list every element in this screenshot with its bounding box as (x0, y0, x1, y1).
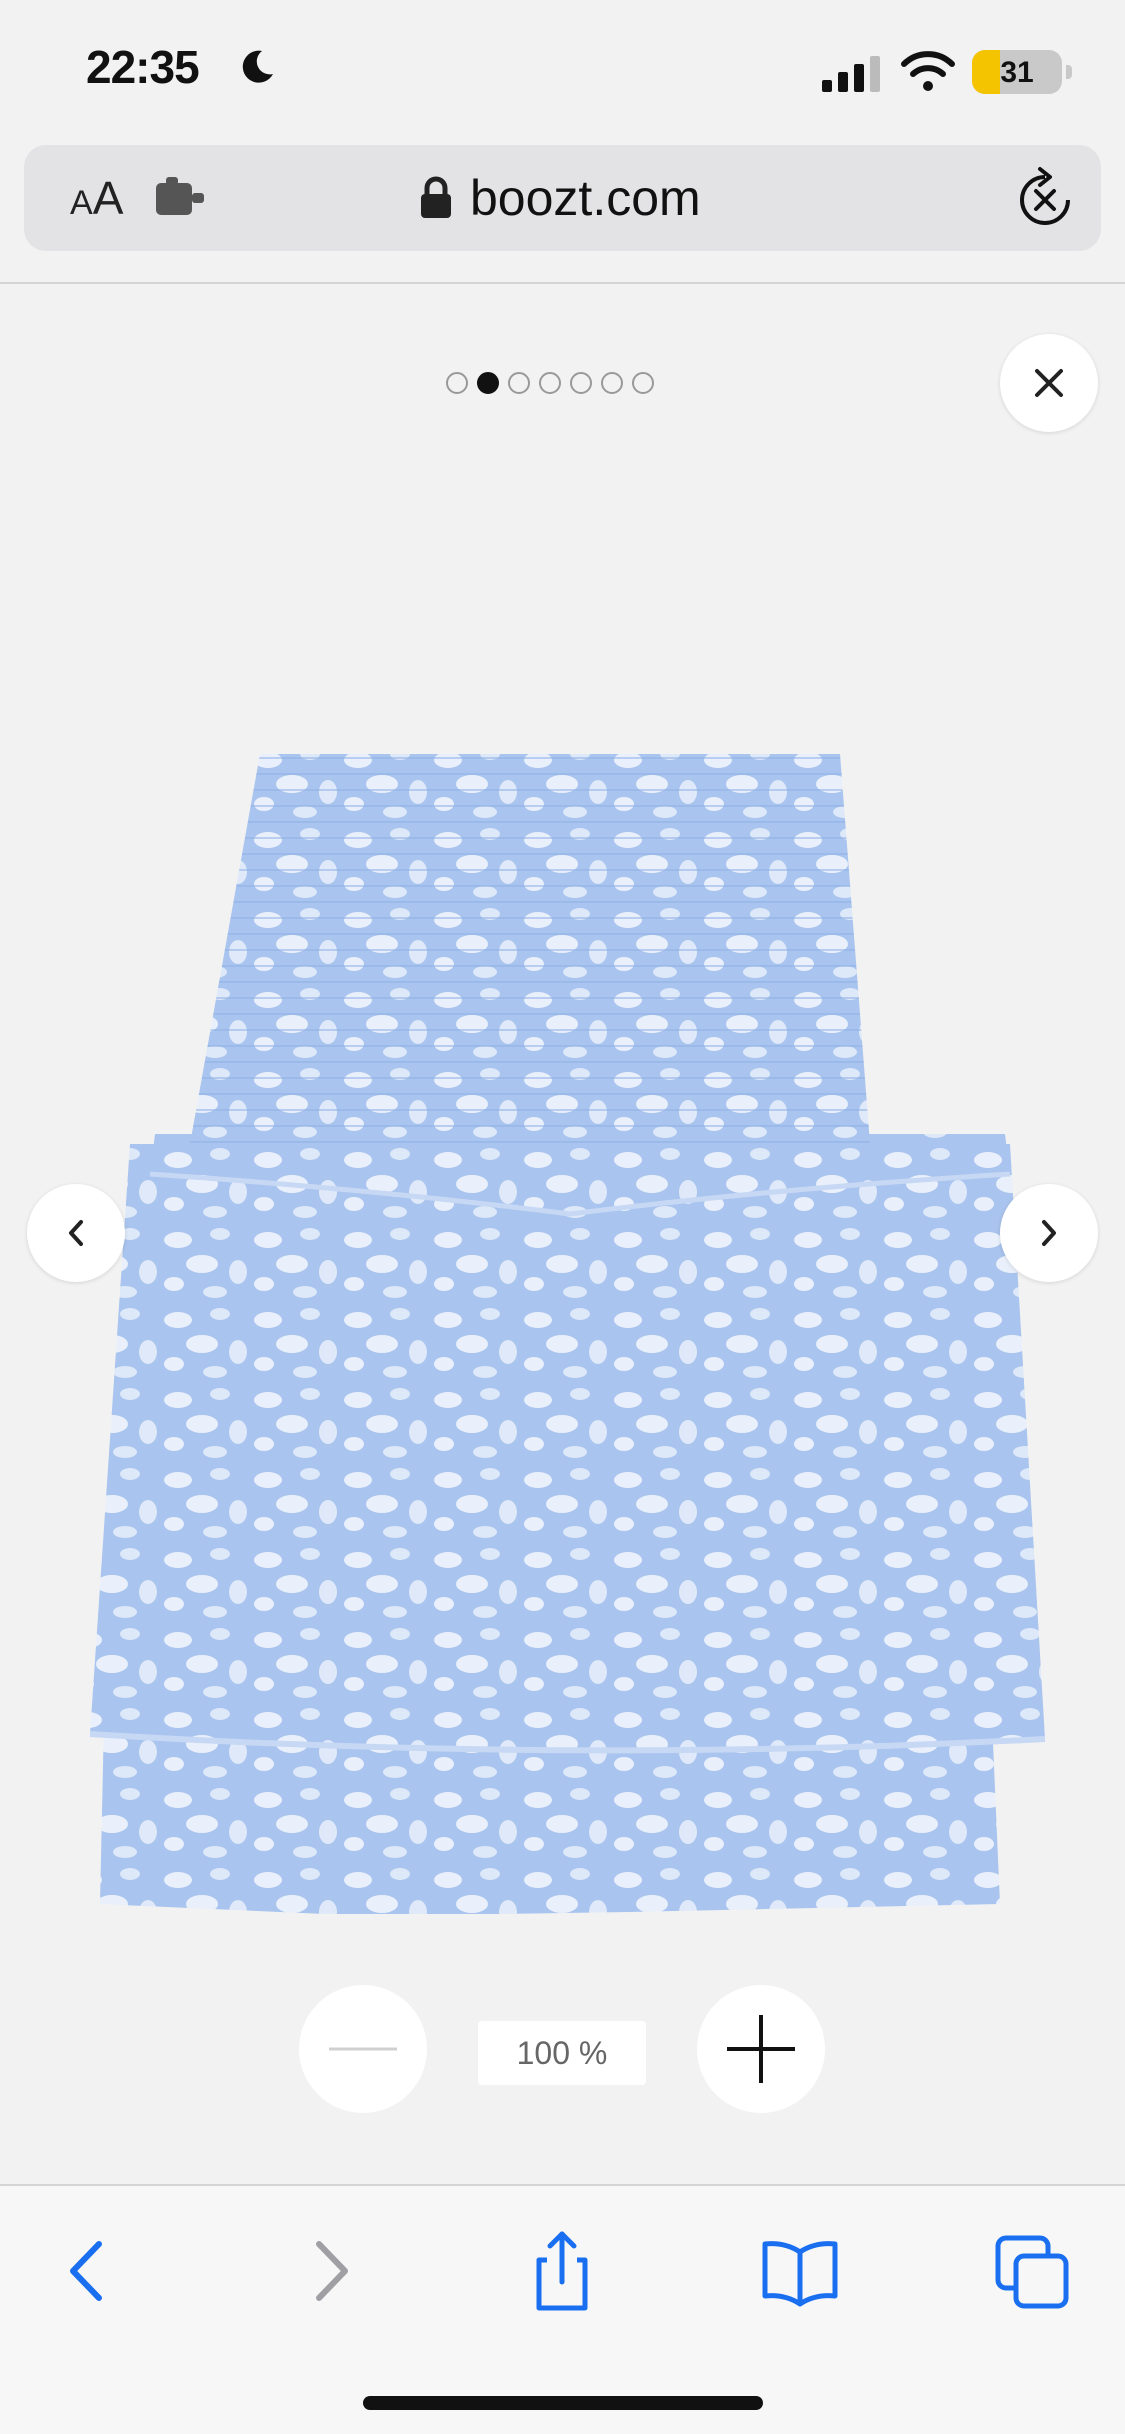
close-icon (1035, 369, 1063, 397)
close-button[interactable] (1000, 334, 1098, 432)
zoom-out-button[interactable] (299, 1985, 427, 2113)
status-time: 22:35 (86, 41, 200, 93)
gallery-dot[interactable] (601, 372, 623, 394)
tabs-button[interactable] (988, 2226, 1078, 2316)
back-icon (70, 2241, 102, 2301)
gallery-dot[interactable] (477, 372, 499, 394)
gallery-dot[interactable] (632, 372, 654, 394)
back-button[interactable] (43, 2226, 133, 2316)
gallery-dot[interactable] (539, 372, 561, 394)
text-size-large-a: A (92, 172, 124, 224)
bookmarks-icon (762, 2241, 838, 2307)
share-button[interactable] (517, 2226, 607, 2316)
battery-icon: 31 (972, 50, 1074, 94)
bookmarks-button[interactable] (755, 2226, 845, 2316)
zoom-level: 100 % (478, 2021, 646, 2085)
next-image-button[interactable] (1000, 1184, 1098, 1282)
cellular-signal-icon (822, 56, 880, 92)
reload-icon[interactable] (1010, 165, 1080, 235)
extension-icon[interactable] (154, 177, 208, 219)
url-text[interactable]: boozt.com (470, 169, 701, 227)
plus-icon (727, 2015, 795, 2083)
text-size-button[interactable]: AA (70, 171, 123, 225)
gallery-pagination[interactable] (446, 372, 654, 402)
forward-icon (316, 2241, 348, 2301)
battery-tip (1066, 65, 1072, 79)
wifi-icon (901, 51, 955, 91)
share-icon (536, 2231, 588, 2311)
moon-icon (242, 50, 273, 83)
tabs-icon (995, 2235, 1069, 2309)
text-size-small-a: A (70, 184, 93, 222)
zoom-in-button[interactable] (697, 1985, 825, 2113)
product-image[interactable] (70, 744, 1050, 1914)
minus-icon (329, 2047, 397, 2051)
forward-button[interactable] (285, 2226, 375, 2316)
chevron-right-icon (1042, 1220, 1056, 1246)
gallery-dot[interactable] (570, 372, 592, 394)
lock-icon (421, 176, 451, 218)
battery-level: 31 (1000, 56, 1034, 89)
address-bar[interactable]: AA boozt.com (24, 145, 1101, 251)
browser-toolbar (0, 2186, 1125, 2434)
home-indicator (363, 2396, 763, 2410)
gallery-dot[interactable] (446, 372, 468, 394)
gallery-dot[interactable] (508, 372, 530, 394)
product-gallery: 100 % (0, 284, 1125, 2184)
status-bar: 22:35 31 (0, 0, 1125, 140)
chevron-left-icon (69, 1220, 83, 1246)
previous-image-button[interactable] (27, 1184, 125, 1282)
